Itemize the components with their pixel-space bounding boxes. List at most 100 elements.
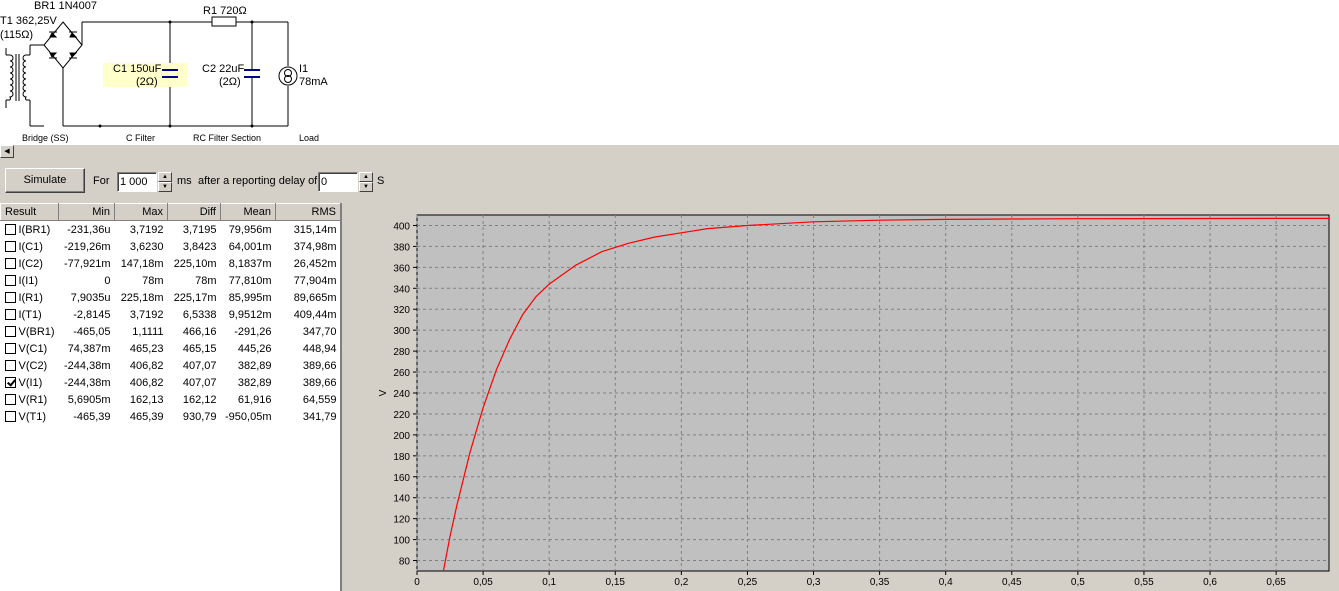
result-name-cell[interactable]: V(T1) — [1, 408, 59, 425]
table-row[interactable]: V(C2) -244,38m 406,82 407,07 382,89 389,66 — [1, 357, 341, 374]
result-checkbox[interactable] — [4, 325, 16, 337]
c2-esr-label: (2Ω) — [219, 76, 241, 88]
delay-unit: S — [377, 175, 385, 187]
result-checkbox[interactable] — [4, 240, 16, 252]
column-header-result[interactable]: Result — [0, 203, 59, 221]
result-name-cell[interactable]: V(C1) — [1, 340, 59, 357]
delay-spinner[interactable]: ▲ ▼ — [359, 172, 373, 192]
result-name-cell[interactable]: I(R1) — [1, 289, 59, 306]
t1-label: T1 362,25V — [0, 15, 58, 27]
column-header-diff[interactable]: Diff — [167, 203, 221, 221]
y-tick-label: 360 — [393, 263, 410, 274]
result-mean-cell: 9,9512m — [228, 308, 272, 321]
result-name: I(R1) — [18, 291, 43, 304]
result-checkbox[interactable] — [4, 291, 16, 303]
table-row[interactable]: I(R1) 7,9035u 225,18m 225,17m 85,995m 89,665m — [1, 289, 341, 306]
result-name-cell[interactable]: I(BR1) — [1, 221, 59, 239]
table-row[interactable]: I(I1) 0 78m 78m 77,810m 77,904m — [1, 272, 341, 289]
delay-input[interactable] — [318, 172, 358, 192]
x-tick-label: 0,4 — [939, 577, 953, 588]
x-tick-label: 0,6 — [1203, 577, 1217, 588]
result-min-cell: -77,921m — [64, 257, 111, 270]
i1-label: I1 — [299, 63, 308, 75]
scroll-left-icon[interactable]: ◀ — [0, 145, 14, 158]
result-name-cell[interactable]: I(C2) — [1, 255, 59, 272]
result-diff-cell: 466,16 — [182, 325, 217, 338]
y-tick-label: 280 — [393, 347, 410, 358]
result-checkbox[interactable] — [4, 376, 16, 388]
result-checkbox[interactable] — [4, 342, 16, 354]
result-rms-cell: 89,665m — [293, 291, 337, 304]
table-row[interactable]: I(BR1) -231,36u 3,7192 3,7195 79,956m 315,14m — [1, 221, 341, 239]
result-name: V(R1) — [18, 393, 48, 406]
result-diff-cell: 225,17m — [173, 291, 217, 304]
result-name-cell[interactable]: V(R1) — [1, 391, 59, 408]
simulate-button[interactable]: Simulate — [5, 168, 85, 193]
table-row[interactable]: V(C1) 74,387m 465,23 465,15 445,26 448,94 — [1, 340, 341, 357]
column-header-rms[interactable]: RMS — [275, 203, 341, 221]
x-tick-label: 0,5 — [1071, 577, 1085, 588]
result-checkbox[interactable] — [4, 410, 16, 422]
column-header-min[interactable]: Min — [58, 203, 115, 221]
result-name-cell[interactable]: I(T1) — [1, 306, 59, 323]
result-min-cell: -2,8145 — [73, 308, 111, 321]
x-tick-label: 0,2 — [674, 577, 688, 588]
table-row[interactable]: V(T1) -465,39 465,39 930,79 -950,05m 341,79 — [1, 408, 341, 425]
result-checkbox[interactable] — [4, 223, 16, 235]
table-row[interactable]: I(C1) -219,26m 3,6230 3,8423 64,001m 374,98m — [1, 238, 341, 255]
y-tick-label: 220 — [393, 410, 410, 421]
result-checkbox[interactable] — [4, 359, 16, 371]
duration-input[interactable] — [117, 172, 157, 192]
spin-up-icon[interactable]: ▲ — [359, 172, 373, 182]
result-max-cell: 465,23 — [129, 342, 164, 355]
y-tick-label: 260 — [393, 368, 410, 379]
result-name: V(C1) — [18, 342, 48, 355]
result-rms-cell: 389,66 — [302, 376, 337, 389]
result-min-cell: -465,05 — [73, 325, 111, 338]
x-tick-label: 0,55 — [1134, 577, 1154, 588]
results-header: Result Min Max Diff Mean RMS — [0, 203, 341, 221]
result-name-cell[interactable]: I(C1) — [1, 238, 59, 255]
table-row[interactable]: V(BR1) -465,05 1,1111 466,16 -291,26 347,70 — [1, 323, 341, 340]
spin-down-icon[interactable]: ▼ — [158, 182, 172, 192]
result-diff-cell: 407,07 — [182, 376, 217, 389]
result-min-cell: -465,39 — [73, 410, 111, 423]
y-tick-label: 180 — [393, 452, 410, 463]
result-checkbox[interactable] — [4, 393, 16, 405]
result-mean-cell: -291,26 — [234, 325, 272, 338]
result-checkbox[interactable] — [4, 274, 16, 286]
result-checkbox[interactable] — [4, 257, 16, 269]
spin-up-icon[interactable]: ▲ — [158, 172, 172, 182]
spin-down-icon[interactable]: ▼ — [359, 182, 373, 192]
table-row[interactable]: V(I1) -244,38m 406,82 407,07 382,89 389,66 — [1, 374, 341, 391]
simulation-toolbar: Simulate For ▲ ▼ ms after a reporting de… — [0, 165, 1339, 199]
result-diff-cell: 162,12 — [182, 393, 217, 406]
result-name-cell[interactable]: V(BR1) — [1, 323, 59, 340]
result-diff-cell: 3,7195 — [182, 223, 217, 236]
column-header-max[interactable]: Max — [114, 203, 168, 221]
result-max-cell: 147,18m — [120, 257, 164, 270]
x-tick-label: 0,1 — [542, 577, 556, 588]
result-min-cell: 74,387m — [67, 342, 111, 355]
result-name: V(T1) — [18, 410, 47, 423]
result-rms-cell: 64,559 — [302, 393, 337, 406]
result-checkbox[interactable] — [4, 308, 16, 320]
table-row[interactable]: I(C2) -77,921m 147,18m 225,10m 8,1837m 26,452… — [1, 255, 341, 272]
result-rms-cell: 77,904m — [293, 274, 337, 287]
result-diff-cell: 465,15 — [182, 342, 217, 355]
x-tick-label: 0,35 — [870, 577, 890, 588]
result-min-cell: 7,9035u — [70, 291, 111, 304]
schematic-scrollbar[interactable]: ◀ — [0, 144, 1339, 158]
duration-spinner[interactable]: ▲ ▼ — [158, 172, 172, 192]
result-min-cell: -244,38m — [64, 376, 111, 389]
table-row[interactable]: V(R1) 5,6905m 162,13 162,12 61,916 64,559 — [1, 391, 341, 408]
circuit-schematic[interactable]: BR1 1N4007 T1 362,25V (115Ω) R1 720Ω C1 … — [0, 0, 1339, 144]
c1-esr-label: (2Ω) — [136, 76, 158, 88]
result-name-cell[interactable]: I(I1) — [1, 272, 59, 289]
waveform-chart[interactable]: 80 100 120 140 160 180 200 220 240 260 280 300 320 34… — [342, 203, 1339, 591]
table-row[interactable]: I(T1) -2,8145 3,7192 6,5338 9,9512m 409,44m — [1, 306, 341, 323]
result-rms-cell: 341,79 — [302, 410, 337, 423]
result-name-cell[interactable]: V(C2) — [1, 357, 59, 374]
result-name-cell[interactable]: V(I1) — [1, 374, 59, 391]
column-header-mean[interactable]: Mean — [220, 203, 276, 221]
